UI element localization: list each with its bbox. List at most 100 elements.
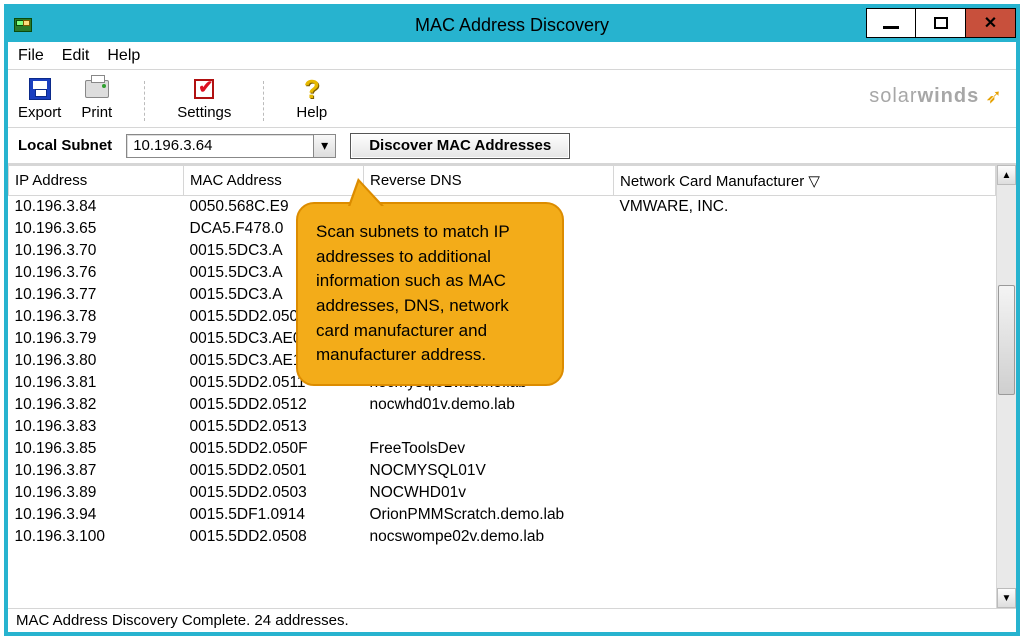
cell-ip: 10.196.3.83	[9, 416, 184, 438]
cell-mfr	[614, 262, 996, 284]
minimize-button[interactable]	[866, 8, 916, 38]
scroll-thumb[interactable]	[998, 285, 1015, 395]
settings-label: Settings	[177, 104, 231, 121]
cell-mac: 0015.5DD2.0513	[184, 416, 364, 438]
cell-mfr	[614, 218, 996, 240]
cell-ip: 10.196.3.81	[9, 372, 184, 394]
cell-ip: 10.196.3.79	[9, 328, 184, 350]
col-header-ip[interactable]: IP Address	[9, 166, 184, 196]
cell-ip: 10.196.3.78	[9, 306, 184, 328]
filterbar: Local Subnet 10.196.3.64 ▾ Discover MAC …	[8, 128, 1016, 164]
cell-mfr	[614, 240, 996, 262]
cell-ip: 10.196.3.80	[9, 350, 184, 372]
cell-ip: 10.196.3.82	[9, 394, 184, 416]
cell-dns: NOCMYSQL01V	[364, 460, 614, 482]
print-label: Print	[81, 104, 112, 121]
chevron-down-icon: ▾	[313, 135, 335, 157]
table-row[interactable]: 10.196.3.830015.5DD2.0513	[9, 416, 996, 438]
save-icon	[29, 78, 51, 100]
cell-mfr	[614, 350, 996, 372]
callout-text: Scan subnets to match IP addresses to ad…	[316, 222, 509, 364]
cell-mac: 0015.5DD2.050F	[184, 438, 364, 460]
cell-dns: FreeToolsDev	[364, 438, 614, 460]
brand-text-bold: winds	[918, 85, 980, 107]
brand-text-light: solar	[869, 85, 917, 107]
col-header-dns[interactable]: Reverse DNS	[364, 166, 614, 196]
cell-mfr	[614, 372, 996, 394]
swoosh-icon: ➶	[985, 84, 1002, 109]
app-icon	[14, 18, 32, 32]
cell-mfr	[614, 526, 996, 548]
export-button[interactable]: Export	[18, 76, 61, 121]
table-row[interactable]: 10.196.3.1000015.5DD2.0508nocswompe02v.d…	[9, 526, 996, 548]
cell-mfr	[614, 438, 996, 460]
cell-ip: 10.196.3.85	[9, 438, 184, 460]
scroll-up-button[interactable]: ▲	[997, 165, 1016, 185]
cell-dns: nocwhd01v.demo.lab	[364, 394, 614, 416]
cell-mfr: VMWARE, INC.	[614, 196, 996, 218]
menu-help[interactable]: Help	[107, 47, 140, 65]
table-row[interactable]: 10.196.3.890015.5DD2.0503NOCWHD01v	[9, 482, 996, 504]
menu-edit[interactable]: Edit	[62, 47, 90, 65]
help-label: Help	[296, 104, 327, 121]
status-text: MAC Address Discovery Complete. 24 addre…	[16, 612, 349, 629]
cell-mac: 0015.5DD2.0512	[184, 394, 364, 416]
cell-ip: 10.196.3.100	[9, 526, 184, 548]
cell-ip: 10.196.3.65	[9, 218, 184, 240]
help-button[interactable]: ? Help	[296, 76, 327, 121]
cell-mfr	[614, 284, 996, 306]
cell-mfr	[614, 394, 996, 416]
cell-dns: OrionPMMScratch.demo.lab	[364, 504, 614, 526]
checkmark-icon	[194, 79, 214, 99]
cell-mfr	[614, 306, 996, 328]
titlebar[interactable]: MAC Address Discovery ✕	[8, 8, 1016, 42]
local-subnet-label: Local Subnet	[18, 137, 112, 154]
cell-mac: 0015.5DD2.0508	[184, 526, 364, 548]
cell-mac: 0015.5DD2.0501	[184, 460, 364, 482]
subnet-select-value: 10.196.3.64	[127, 135, 313, 157]
table-row[interactable]: 10.196.3.820015.5DD2.0512nocwhd01v.demo.…	[9, 394, 996, 416]
maximize-button[interactable]	[916, 8, 966, 38]
minimize-icon	[883, 26, 899, 29]
brand-logo: solarwinds ➶	[869, 84, 1002, 109]
cell-mac: 0015.5DF1.0914	[184, 504, 364, 526]
table-row[interactable]: 10.196.3.870015.5DD2.0501NOCMYSQL01V	[9, 460, 996, 482]
statusbar: MAC Address Discovery Complete. 24 addre…	[8, 608, 1016, 632]
vertical-scrollbar[interactable]: ▲ ▼	[996, 165, 1016, 608]
cell-mfr	[614, 460, 996, 482]
close-button[interactable]: ✕	[966, 8, 1016, 38]
info-callout: Scan subnets to match IP addresses to ad…	[296, 202, 564, 386]
question-icon: ?	[304, 76, 320, 102]
settings-button[interactable]: Settings	[177, 76, 231, 121]
cell-dns: NOCWHD01v	[364, 482, 614, 504]
discover-button[interactable]: Discover MAC Addresses	[350, 133, 570, 159]
cell-dns	[364, 416, 614, 438]
table-row[interactable]: 10.196.3.940015.5DF1.0914OrionPMMScratch…	[9, 504, 996, 526]
col-header-mac[interactable]: MAC Address	[184, 166, 364, 196]
toolbar-separator	[263, 81, 264, 121]
cell-dns: nocswompe02v.demo.lab	[364, 526, 614, 548]
close-icon: ✕	[984, 13, 997, 33]
cell-ip: 10.196.3.94	[9, 504, 184, 526]
subnet-select[interactable]: 10.196.3.64 ▾	[126, 134, 336, 158]
menu-file[interactable]: File	[18, 47, 44, 65]
scroll-down-button[interactable]: ▼	[997, 588, 1016, 608]
toolbar-separator	[144, 81, 145, 121]
col-header-mfr[interactable]: Network Card Manufacturer ▽	[614, 166, 996, 196]
scroll-track[interactable]	[997, 185, 1016, 588]
export-label: Export	[18, 104, 61, 121]
app-window: MAC Address Discovery ✕ File Edit Help E…	[4, 4, 1020, 636]
cell-ip: 10.196.3.84	[9, 196, 184, 218]
printer-icon	[85, 80, 109, 98]
cell-ip: 10.196.3.70	[9, 240, 184, 262]
toolbar: Export Print Settings ? Help solarw	[8, 70, 1016, 128]
maximize-icon	[934, 17, 948, 29]
cell-mfr	[614, 504, 996, 526]
menubar: File Edit Help	[8, 42, 1016, 70]
window-title: MAC Address Discovery	[8, 15, 1016, 36]
print-button[interactable]: Print	[81, 76, 112, 121]
window-controls: ✕	[866, 8, 1016, 38]
cell-ip: 10.196.3.76	[9, 262, 184, 284]
table-row[interactable]: 10.196.3.850015.5DD2.050FFreeToolsDev	[9, 438, 996, 460]
cell-mfr	[614, 416, 996, 438]
